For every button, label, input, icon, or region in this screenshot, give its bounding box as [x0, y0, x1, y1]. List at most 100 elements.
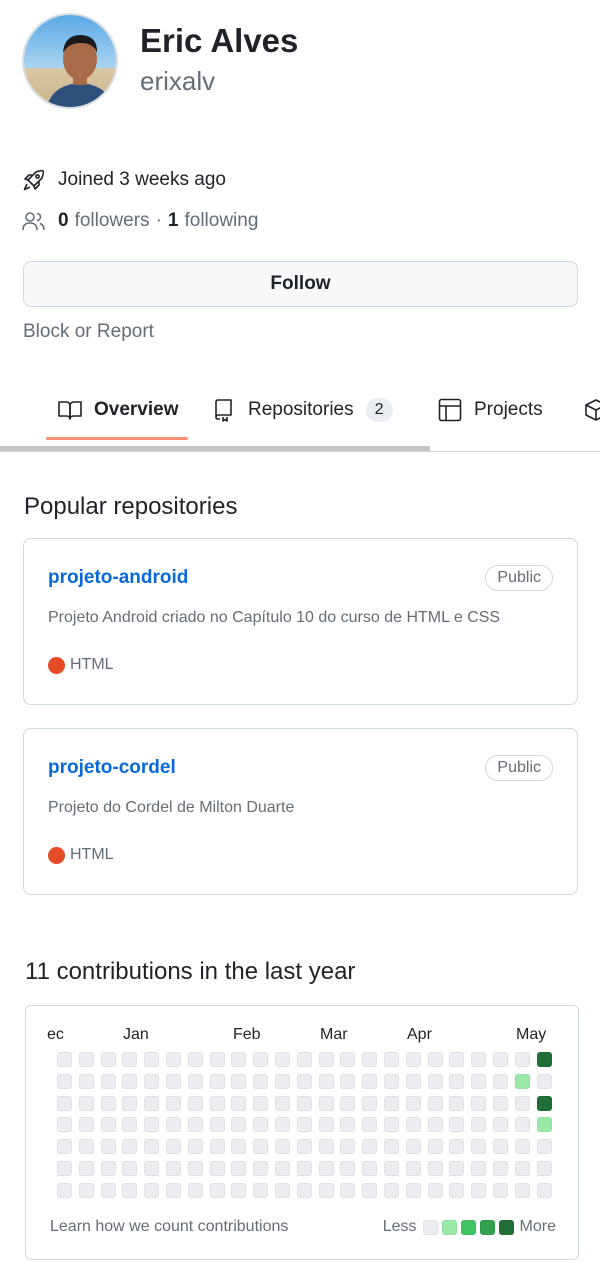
contribution-day[interactable] — [275, 1052, 290, 1067]
contribution-day[interactable] — [296, 1073, 312, 1089]
contribution-day[interactable] — [253, 1073, 269, 1089]
contribution-day[interactable] — [231, 1052, 247, 1067]
following-count[interactable]: 1 — [168, 210, 179, 232]
followers-label[interactable]: followers — [75, 210, 150, 232]
contribution-day[interactable] — [493, 1117, 508, 1133]
following-label[interactable]: following — [184, 210, 258, 232]
contribution-day[interactable] — [78, 1095, 94, 1111]
contribution-day[interactable] — [231, 1117, 247, 1133]
contribution-day[interactable] — [57, 1073, 72, 1089]
contribution-day[interactable] — [449, 1182, 465, 1198]
contribution-day[interactable] — [493, 1182, 508, 1198]
contribution-day[interactable] — [144, 1052, 160, 1067]
contribution-day[interactable] — [166, 1095, 181, 1111]
contribution-day[interactable] — [100, 1073, 116, 1089]
contribution-day[interactable] — [275, 1139, 290, 1155]
tab-projects[interactable]: Projects — [438, 380, 543, 440]
contribution-day[interactable] — [100, 1052, 116, 1067]
contribution-day[interactable] — [514, 1161, 530, 1176]
contribution-day[interactable] — [231, 1139, 247, 1155]
contribution-day[interactable] — [362, 1095, 378, 1111]
contribution-day[interactable] — [427, 1052, 443, 1067]
contribution-day[interactable] — [514, 1095, 530, 1111]
contribution-day[interactable] — [384, 1095, 399, 1111]
contribution-day[interactable] — [275, 1073, 290, 1089]
contribution-day[interactable] — [166, 1161, 181, 1176]
contribution-day[interactable] — [253, 1052, 269, 1067]
contribution-day[interactable] — [471, 1052, 487, 1067]
contribution-day[interactable] — [514, 1052, 530, 1067]
contribution-day[interactable] — [318, 1117, 334, 1133]
followers-count[interactable]: 0 — [58, 210, 69, 232]
tab-packages[interactable] — [584, 380, 600, 440]
contribution-day[interactable] — [427, 1073, 443, 1089]
contribution-day[interactable] — [78, 1117, 94, 1133]
contribution-day[interactable] — [144, 1073, 160, 1089]
block-or-report-link[interactable]: Block or Report — [23, 321, 154, 343]
contribution-day[interactable] — [296, 1161, 312, 1176]
contribution-day[interactable] — [78, 1182, 94, 1198]
contribution-day[interactable] — [296, 1117, 312, 1133]
contribution-day[interactable] — [187, 1095, 203, 1111]
contribution-day[interactable] — [427, 1117, 443, 1133]
contribution-day[interactable] — [514, 1139, 530, 1155]
contribution-day[interactable] — [449, 1161, 465, 1176]
contribution-day[interactable] — [231, 1161, 247, 1176]
contribution-day[interactable] — [253, 1095, 269, 1111]
contribution-day[interactable] — [57, 1182, 72, 1198]
contribution-day[interactable] — [471, 1161, 487, 1176]
contribution-day[interactable] — [166, 1052, 181, 1067]
contribution-day[interactable] — [318, 1139, 334, 1155]
contribution-day[interactable] — [471, 1095, 487, 1111]
contribution-day[interactable] — [122, 1052, 138, 1067]
contribution-day[interactable] — [144, 1117, 160, 1133]
contribution-day[interactable] — [78, 1073, 94, 1089]
contribution-day[interactable] — [536, 1161, 552, 1176]
contribution-day[interactable] — [187, 1161, 203, 1176]
contribution-day[interactable] — [449, 1117, 465, 1133]
contribution-day[interactable] — [471, 1117, 487, 1133]
contribution-day[interactable] — [122, 1139, 138, 1155]
contribution-day[interactable] — [427, 1095, 443, 1111]
contribution-day[interactable] — [471, 1182, 487, 1198]
contribution-day[interactable] — [144, 1182, 160, 1198]
contribution-day[interactable] — [449, 1139, 465, 1155]
contribution-day[interactable] — [57, 1161, 72, 1176]
contribution-day[interactable] — [514, 1117, 530, 1133]
contribution-day[interactable] — [187, 1139, 203, 1155]
contribution-day[interactable] — [536, 1052, 552, 1067]
contribution-day[interactable] — [209, 1139, 225, 1155]
contribution-day[interactable] — [209, 1161, 225, 1176]
contribution-day[interactable] — [231, 1182, 247, 1198]
contribution-day[interactable] — [122, 1182, 138, 1198]
tab-repositories[interactable]: Repositories 2 — [212, 380, 393, 440]
contribution-day[interactable] — [187, 1117, 203, 1133]
contribution-day[interactable] — [166, 1182, 181, 1198]
contribution-day[interactable] — [78, 1139, 94, 1155]
contribution-day[interactable] — [340, 1095, 356, 1111]
contribution-day[interactable] — [449, 1052, 465, 1067]
contribution-day[interactable] — [253, 1139, 269, 1155]
learn-contributions-link[interactable]: Learn how we count contributions — [50, 1218, 288, 1236]
contribution-day[interactable] — [318, 1161, 334, 1176]
contribution-day[interactable] — [122, 1095, 138, 1111]
contribution-day[interactable] — [340, 1117, 356, 1133]
contribution-day[interactable] — [275, 1095, 290, 1111]
contribution-day[interactable] — [493, 1161, 508, 1176]
contribution-day[interactable] — [187, 1182, 203, 1198]
contribution-day[interactable] — [362, 1161, 378, 1176]
contribution-day[interactable] — [296, 1052, 312, 1067]
contribution-day[interactable] — [209, 1073, 225, 1089]
contribution-day[interactable] — [340, 1161, 356, 1176]
contribution-day[interactable] — [493, 1095, 508, 1111]
contribution-day[interactable] — [384, 1161, 399, 1176]
contribution-day[interactable] — [493, 1139, 508, 1155]
contribution-day[interactable] — [340, 1182, 356, 1198]
contribution-day[interactable] — [318, 1095, 334, 1111]
contribution-day[interactable] — [405, 1139, 421, 1155]
contribution-day[interactable] — [100, 1161, 116, 1176]
contribution-day[interactable] — [384, 1052, 399, 1067]
contribution-day[interactable] — [384, 1073, 399, 1089]
contribution-day[interactable] — [362, 1117, 378, 1133]
contribution-day[interactable] — [536, 1073, 552, 1089]
